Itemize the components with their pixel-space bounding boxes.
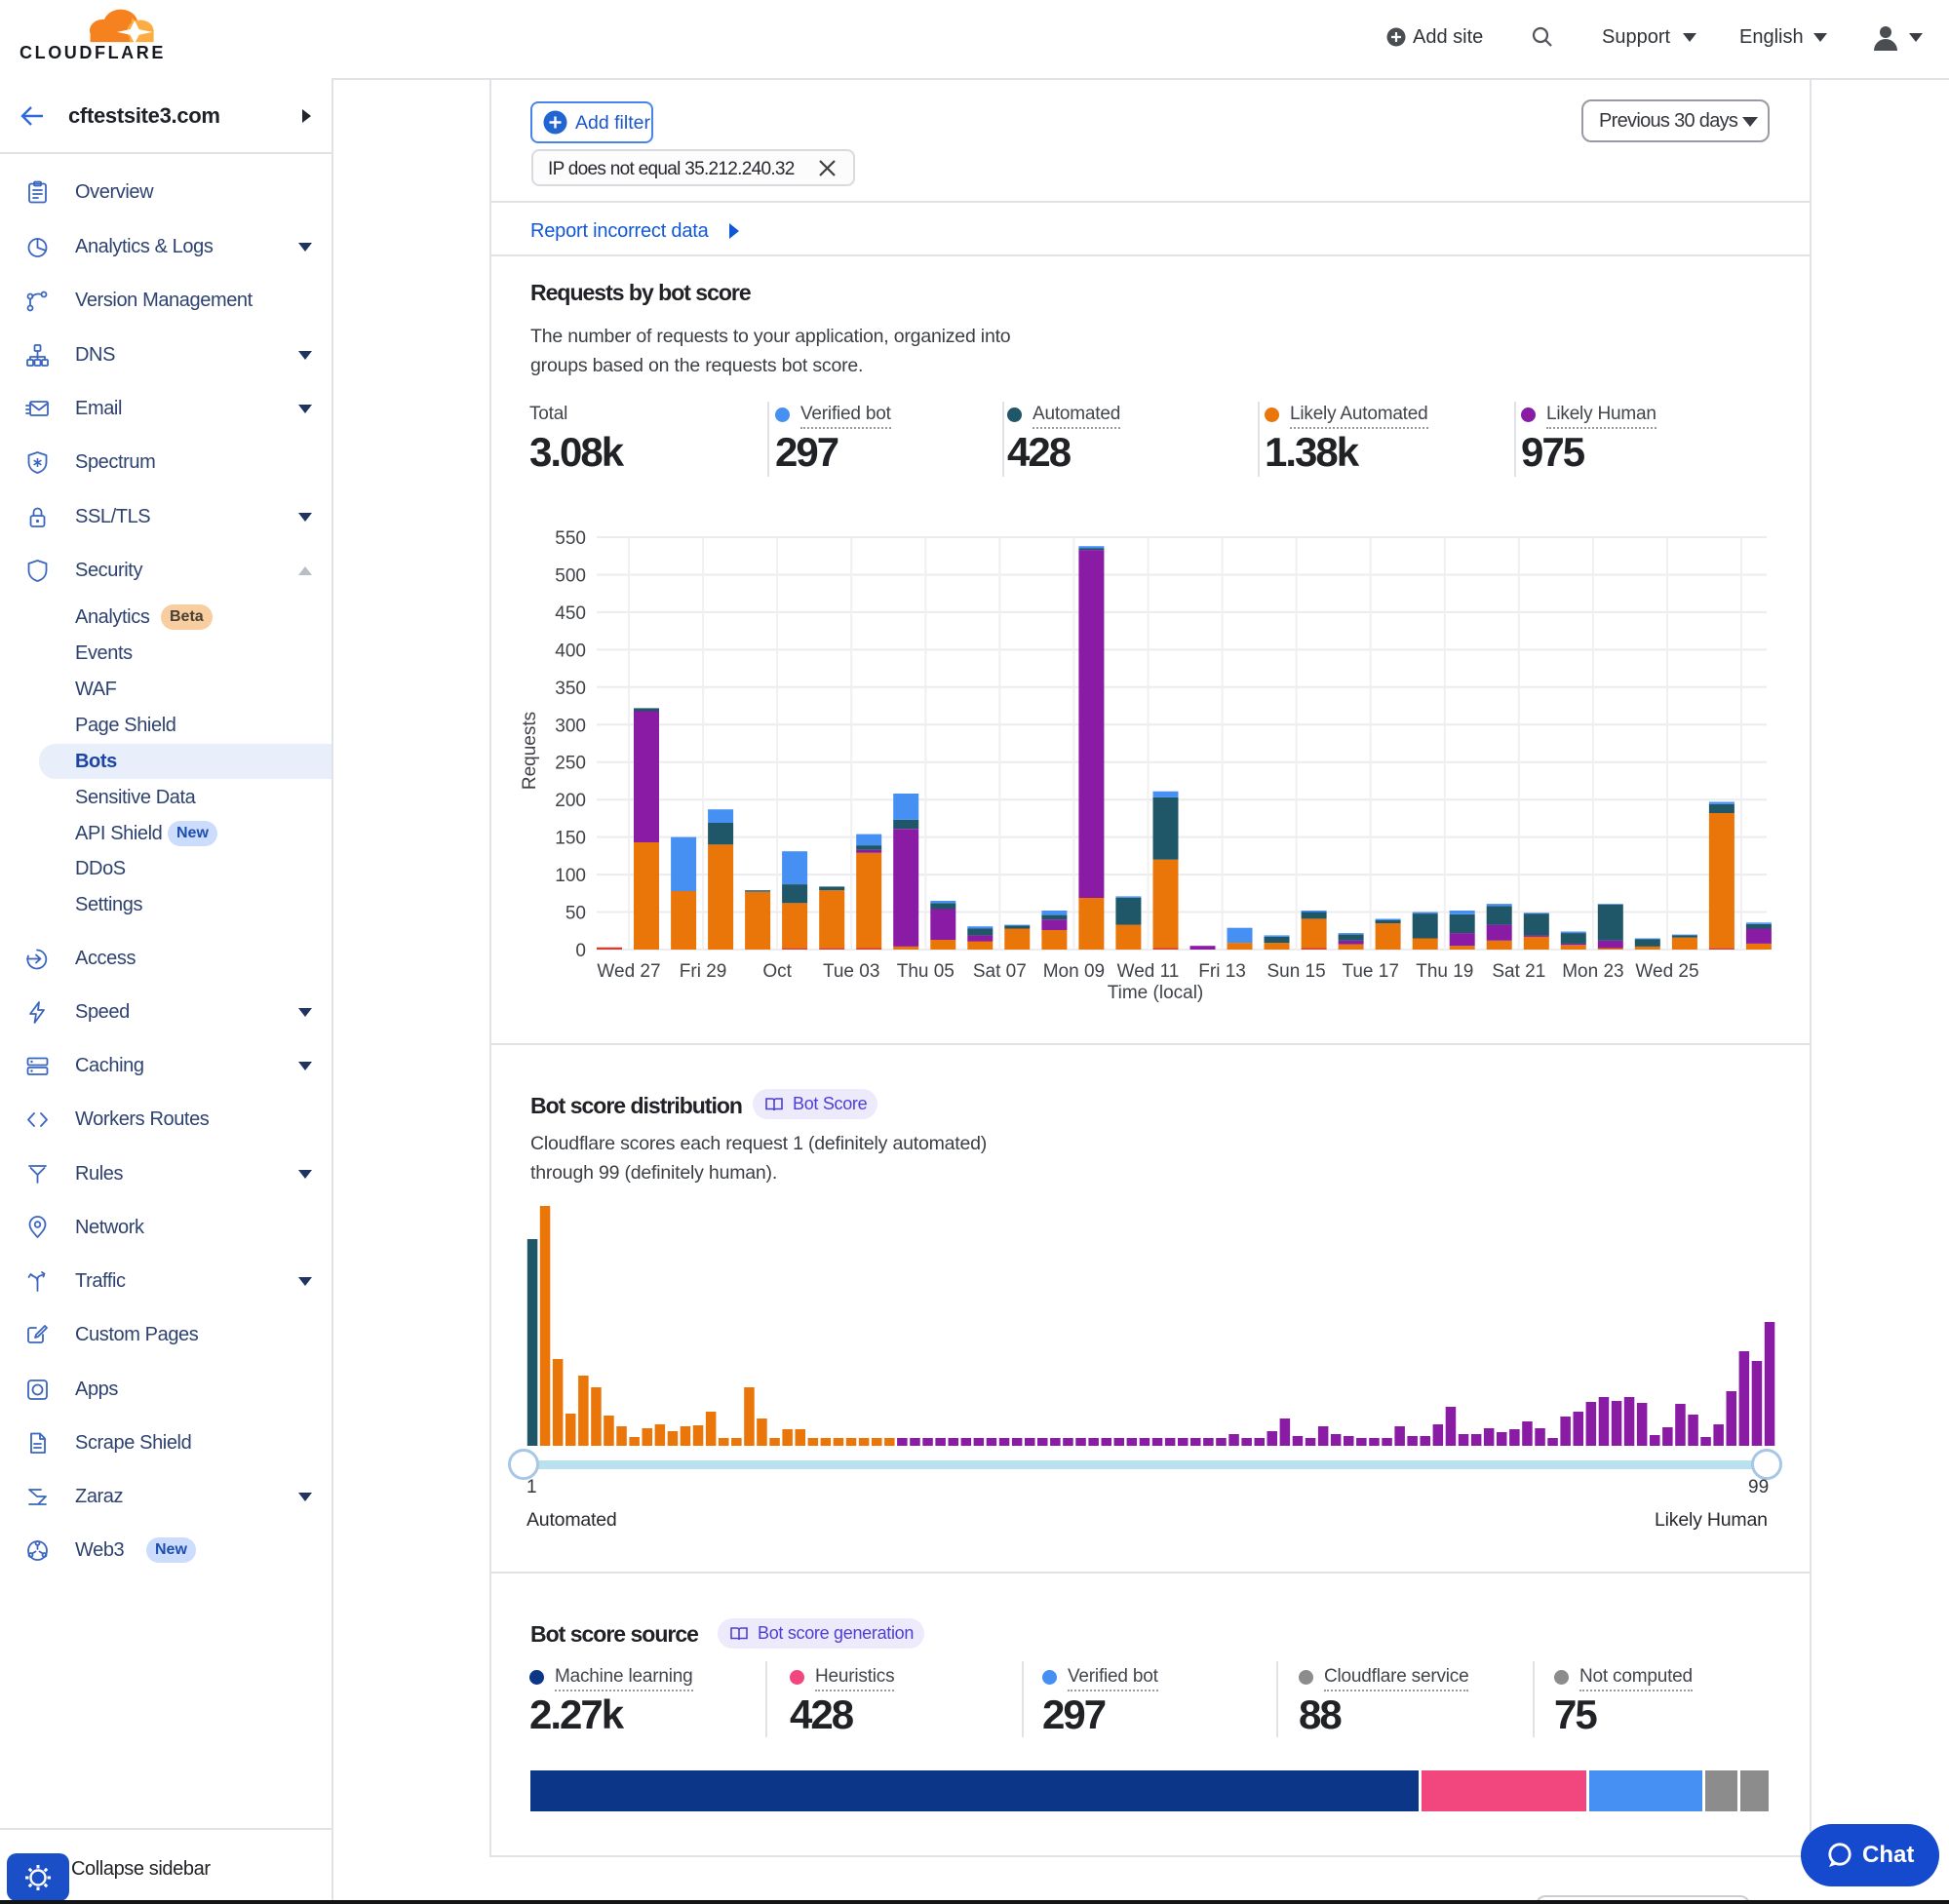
svg-text:Requests: Requests	[520, 712, 540, 790]
svg-text:250: 250	[555, 754, 586, 774]
svg-text:100: 100	[555, 866, 586, 886]
svg-text:Tue 03: Tue 03	[823, 961, 879, 982]
svg-text:400: 400	[555, 641, 586, 661]
svg-text:50: 50	[565, 904, 586, 924]
svg-text:Mon 09: Mon 09	[1043, 961, 1105, 982]
svg-text:Thu 05: Thu 05	[897, 961, 955, 982]
svg-text:300: 300	[555, 716, 586, 736]
svg-text:350: 350	[555, 679, 586, 699]
svg-text:CLOUDFLARE: CLOUDFLARE	[19, 43, 166, 62]
svg-text:0: 0	[575, 941, 586, 961]
svg-text:Fri 13: Fri 13	[1198, 961, 1246, 982]
svg-text:Mon 23: Mon 23	[1562, 961, 1623, 982]
svg-text:200: 200	[555, 791, 586, 811]
svg-text:Sat 07: Sat 07	[973, 961, 1027, 982]
svg-text:Fri 29: Fri 29	[680, 961, 727, 982]
svg-text:Oct: Oct	[762, 961, 792, 982]
svg-text:Tue 17: Tue 17	[1342, 961, 1398, 982]
svg-text:550: 550	[555, 528, 586, 549]
svg-text:Wed 25: Wed 25	[1635, 961, 1698, 982]
svg-text:450: 450	[555, 603, 586, 624]
svg-text:Sat 21: Sat 21	[1492, 961, 1545, 982]
svg-text:Thu 19: Thu 19	[1416, 961, 1473, 982]
svg-text:Wed 27: Wed 27	[597, 961, 660, 982]
svg-text:Time (local): Time (local)	[1108, 983, 1204, 1003]
svg-text:500: 500	[555, 566, 586, 587]
svg-text:150: 150	[555, 829, 586, 849]
svg-text:Wed 11: Wed 11	[1117, 961, 1180, 982]
svg-text:Sun 15: Sun 15	[1267, 961, 1325, 982]
